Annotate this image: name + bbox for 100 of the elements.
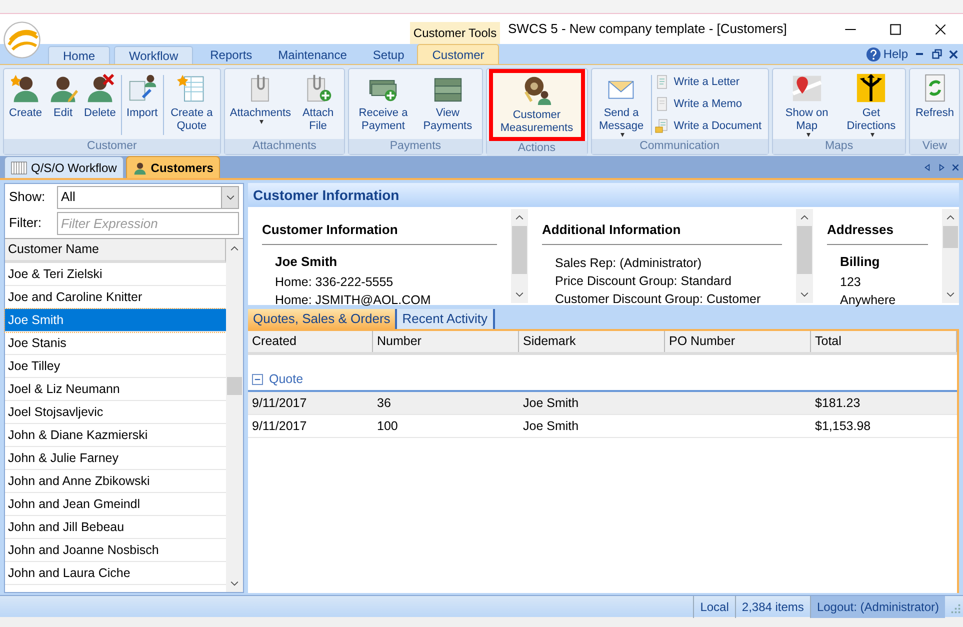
ribbon-button[interactable]: Import — [124, 71, 161, 139]
ribbon-button[interactable]: Receive a Payment — [351, 71, 416, 139]
list-row[interactable]: John and Jill Bebeau — [5, 516, 226, 539]
scrollbar-thumb[interactable] — [943, 226, 958, 248]
ribbon-group-label: View — [910, 139, 959, 154]
info-line: Home: JSMITH@AOL.COM — [275, 292, 432, 308]
window-title: SWCS 5 - New company template - [Customers] — [507, 20, 788, 38]
caret-icon — [258, 120, 266, 124]
caret-icon — [619, 133, 626, 137]
section-heading: Joe Smith — [275, 252, 338, 270]
ribbon-button[interactable]: Write a Document — [654, 117, 762, 135]
list-row[interactable]: Joel Stojsavljevic — [5, 401, 226, 424]
table-cell-text: 9/11/2017 — [252, 418, 307, 435]
ribbon-tab[interactable]: Setup — [360, 46, 418, 64]
scrollbar-thumb[interactable] — [227, 377, 242, 395]
ribbon-button[interactable]: Create — [6, 71, 46, 139]
table-cell-text: Joe Smith — [523, 394, 579, 412]
info-line: Sales Rep: (Administrator) — [555, 254, 703, 272]
ribbon-tab[interactable]: Home — [48, 46, 110, 64]
list-row[interactable]: Joe Stanis — [5, 332, 226, 355]
ribbon-button[interactable]: View Payments — [415, 71, 480, 139]
scrollbar[interactable] — [226, 239, 243, 592]
status-item: Logout: (Administrator) — [810, 596, 945, 618]
panel-header: Customer Information — [248, 183, 959, 207]
section-title: Additional Information — [542, 220, 782, 244]
ribbon-group-label: Attachments — [224, 139, 344, 154]
ribbon-button[interactable]: Write a Letter — [654, 73, 762, 91]
scrollbar[interactable] — [511, 209, 528, 303]
ribbon-group-label: Payments — [349, 139, 482, 154]
minimize-icon — [845, 28, 856, 30]
ribbon-tab[interactable]: Reports — [197, 46, 266, 64]
ribbon-button[interactable]: Write a Memo — [654, 95, 762, 113]
document-tab[interactable]: Q/S/O Workflow — [4, 156, 124, 178]
help-button[interactable]: Help — [866, 45, 908, 63]
filter-field[interactable]: Filter Expression — [57, 212, 239, 234]
table-row[interactable]: 9/11/2017 100 Joe Smith $1,153.98 — [248, 415, 957, 438]
chevron-down-icon — [800, 290, 809, 299]
table-cell-text: 9/11/2017 — [252, 394, 307, 412]
chevron-up-icon — [800, 213, 809, 222]
scroll-right-icon — [937, 162, 946, 172]
list-row[interactable]: John & Diane Kazmierski — [5, 424, 226, 447]
ribbon-button[interactable]: Show on Map — [774, 71, 840, 139]
chevron-up-icon — [230, 244, 239, 253]
context-tab-label: Customer Tools — [410, 22, 500, 44]
ribbon-tab[interactable]: Workflow — [114, 46, 194, 64]
list-row[interactable]: John & Julie Farney — [5, 447, 226, 470]
folder-document-icon — [654, 118, 670, 134]
column-header[interactable]: Total — [811, 331, 957, 352]
chevron-up-icon — [515, 213, 524, 222]
ribbon-button[interactable]: Delete — [81, 71, 119, 139]
list-row[interactable]: Joe & Teri Zielski — [5, 263, 226, 286]
ribbon-button[interactable]: Send a Message — [594, 71, 649, 139]
ribbon-tab[interactable]: Maintenance — [265, 46, 360, 64]
minimize-icon — [916, 53, 923, 55]
column-header[interactable]: PO Number — [665, 331, 811, 352]
ribbon-button[interactable]: Edit — [45, 71, 82, 139]
ribbon-button[interactable]: Refresh — [912, 71, 957, 139]
document-tab[interactable]: Customers — [126, 156, 220, 178]
section-title: Customer Information — [262, 220, 497, 244]
chevron-down-icon — [946, 290, 955, 299]
list-row[interactable]: Joel & Liz Neumann — [5, 378, 226, 401]
ribbon-button[interactable]: Attach File — [294, 71, 342, 139]
collapse-toggle[interactable] — [252, 374, 263, 385]
column-header[interactable]: Number — [373, 331, 519, 352]
column-header[interactable]: Customer Name — [5, 239, 226, 263]
ribbon-button[interactable]: Attachments — [226, 71, 294, 139]
list-row[interactable]: Joe Smith — [5, 309, 226, 332]
person-star-icon — [10, 73, 41, 103]
table-row[interactable]: 9/11/2017 36 Joe Smith $181.23 — [248, 392, 957, 415]
scrollbar[interactable] — [796, 209, 813, 303]
list-row[interactable]: Joe Tilley — [5, 355, 226, 378]
restore-icon — [932, 49, 942, 59]
list-row[interactable]: John and Jean Gmeindl — [5, 493, 226, 516]
help-icon — [866, 46, 882, 62]
list-row[interactable]: John and Anne Zbikowski — [5, 470, 226, 493]
show-dropdown[interactable]: All — [57, 186, 239, 208]
section-heading: Billing — [840, 252, 881, 271]
list-row[interactable]: John and Laura Ciche — [5, 562, 226, 585]
content-tab[interactable]: Recent Activity — [397, 309, 495, 329]
ribbon-tab[interactable]: Customer — [417, 44, 500, 64]
chevron-up-icon — [946, 213, 955, 222]
ribbon-button[interactable]: Create a Quote — [165, 71, 218, 139]
ribbon-group-label: Maps — [772, 139, 906, 154]
column-header[interactable]: Created — [248, 331, 373, 352]
table-cell-text: $181.23 — [815, 394, 860, 412]
list-row[interactable]: John and Joanne Nosbisch — [5, 539, 226, 562]
scrollbar-thumb[interactable] — [797, 226, 812, 274]
scrollbar[interactable] — [942, 209, 959, 303]
ribbon-button[interactable]: Customer Measurements — [488, 69, 585, 141]
table-cell-text: Joe Smith — [523, 418, 579, 435]
column-header[interactable]: Sidemark — [519, 331, 665, 352]
chevron-down-icon — [515, 290, 524, 299]
workflow-columns-icon — [11, 160, 27, 176]
group-label: Quote — [269, 371, 304, 388]
content-tab[interactable]: Quotes, Sales & Orders — [248, 309, 398, 329]
info-line: Customer Discount Group: Customer — [555, 290, 762, 308]
ribbon-button[interactable]: Get Directions — [839, 71, 904, 139]
field-label: Filter: — [9, 214, 42, 232]
scrollbar-thumb[interactable] — [512, 226, 527, 274]
table-cell-text: $1,153.98 — [815, 418, 871, 435]
